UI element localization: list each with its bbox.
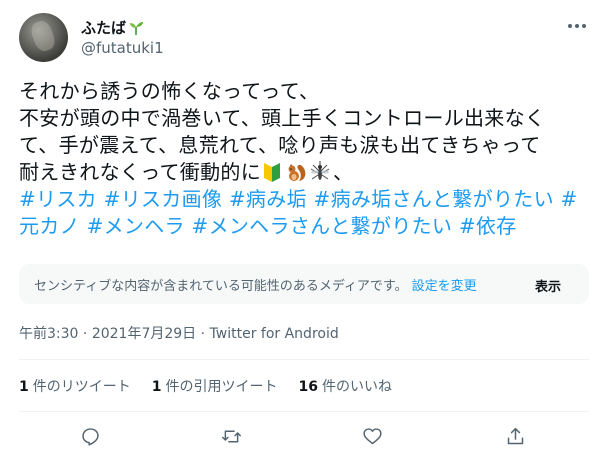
tweet-line: それから誘うの怖くなってって、 [19,79,320,103]
hashtag-link[interactable]: #リスカ [19,187,97,211]
hashtag-link[interactable]: #病み垢さんと繋がりたい [314,187,554,211]
hashtag-line: #リスカ #リスカ画像 #病み垢 #病み垢さんと繋がりたい # [19,186,589,213]
reply-button[interactable] [77,423,103,449]
quotes-count: 1 [151,379,162,395]
tweet-date[interactable]: 2021年7月29日 [92,326,196,342]
tweet-line-text: 耐えきれなくって衝動的に [19,160,261,184]
retweet-button[interactable] [218,423,244,449]
user-handle[interactable]: @futatuki1 [81,38,164,58]
sensitive-notice-text: センシティブな内容が含まれている可能性のあるメディアです。 [34,278,408,294]
likes-count: 16 [298,379,318,395]
quotes-label: 件の引用ツイート [165,379,278,395]
more-dot-icon [582,24,586,28]
retweets-label: 件のリツイート [32,379,131,395]
meta-separator: · [196,326,210,342]
mosquito-icon [310,161,330,180]
retweets-stat[interactable]: 1 件のリツイート [19,378,131,396]
display-name[interactable]: ふたば [81,18,144,38]
more-dot-icon [568,24,572,28]
tweet-line: 不安が頭の中で渦巻いて、頭上手くコントロール出来なく [19,106,546,130]
retweets-count: 1 [19,379,29,395]
tweet-time[interactable]: 午前3:30 [19,326,78,342]
reply-icon [81,427,99,446]
like-button[interactable] [359,423,385,449]
likes-label: 件のいいね [321,379,392,395]
tweet-actions [19,423,589,451]
tweet-line: 耐えきれなくって衝動的に 、 [19,159,589,186]
quotes-stat[interactable]: 1 件の引用ツイート [152,378,278,396]
share-icon [507,427,523,444]
hashtag-line: 元カノ #メンヘラ #メンヘラさんと繋がりたい #依存 [19,213,589,240]
retweet-icon [221,430,241,442]
more-dot-icon [575,24,579,28]
meta-separator: · [78,326,92,342]
tweet-text: それから誘うの怖くなってって、 不安が頭の中で渦巻いて、頭上手くコントロール出来… [19,78,589,240]
tweet-stats: 1 件のリツイート 1 件の引用ツイート 16 件のいいね [19,378,413,396]
squirrel-icon [288,164,306,181]
heart-icon [362,427,382,444]
avatar[interactable] [19,13,68,62]
share-button[interactable] [502,423,528,449]
likes-stat[interactable]: 16 件のいいね [299,378,392,396]
tweet-line: て、手が震えて、息荒れて、唸り声も涙も出てきちゃって [19,133,541,157]
hashtag-link[interactable]: # [561,187,578,211]
hashtag-link[interactable]: #メンヘラさんと繋がりたい [192,214,453,238]
tweet-line-tail: 、 [333,160,354,184]
show-media-button[interactable]: 表示 [535,276,561,295]
more-options-button[interactable] [562,14,592,38]
beginner-mark-icon [264,163,280,182]
tweet-source[interactable]: Twitter for Android [210,326,339,342]
change-settings-link[interactable]: 設定を変更 [412,275,477,294]
sensitive-media-notice: センシティブな内容が含まれている可能性のあるメディアです。 設定を変更 表示 [19,264,589,304]
divider [19,411,589,412]
divider [19,359,589,360]
hashtag-link[interactable]: #メンヘラ [87,214,185,238]
sprout-icon [130,22,144,35]
tweet-metadata: 午前3:30 · 2021年7月29日 · Twitter for Androi… [19,325,339,343]
hashtag-link[interactable]: #リスカ画像 [104,187,223,211]
hashtag-link[interactable]: 元カノ [19,214,80,238]
hashtag-link[interactable]: #依存 [459,214,517,238]
hashtag-link[interactable]: #病み垢 [229,187,307,211]
display-name-text: ふたば [81,19,127,37]
